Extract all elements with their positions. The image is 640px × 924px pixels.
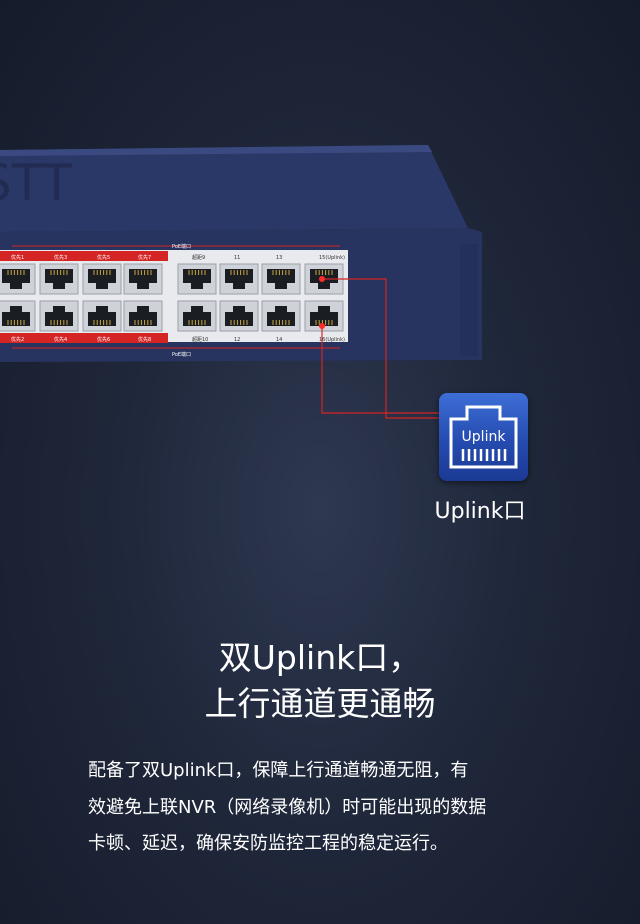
rj45-port-bottom [123,300,163,332]
rj45-port-bottom [0,300,36,332]
poe-bottom-label: PoE端口 [172,351,191,358]
rj45-port-bottom [177,300,217,332]
port-label-top: 15(Uplink) [319,255,345,261]
port-label-bottom: 12 [234,337,240,343]
port-label-bottom: 优先8 [138,336,151,343]
port-label-bottom: 优先6 [97,336,110,343]
rj45-port-top [0,263,36,295]
rj45-port-bottom [261,300,301,332]
rj45-port-top [39,263,79,295]
rj45-port-top [261,263,301,295]
rj45-port-top [123,263,163,295]
uplink-port-icon: Uplink [439,393,528,481]
port-label-bottom: 优先4 [54,336,67,343]
uplink-port-label: Uplink口 [434,499,526,524]
body-line-1: 配备了双Uplink口，保障上行通道畅通无阻，有 [88,760,469,781]
port-label-top: 11 [234,255,240,261]
body-line-2: 效避免上联NVR（网络录像机）时可能出现的数据 [88,797,487,818]
port-label-bottom: 16(Uplink) [319,337,345,343]
port-label-top: 13 [276,255,282,261]
headline-line-2: 上行通道更通畅 [204,684,436,723]
port-label-top: 优先1 [11,254,24,261]
rj45-port-bottom [219,300,259,332]
port-label-top: 优先5 [97,254,110,261]
uplink-dot-bottom [319,323,325,329]
port-label-top: 优先3 [54,254,67,261]
port-label-top: 优先7 [138,254,151,261]
switch-illustration: STT PoE端口 PoE端口 优先1 优先3 优先5 优先7 超距9 11 13 15(Up… [0,0,640,420]
rj45-port-top [177,263,217,295]
poe-top-label: PoE端口 [172,243,191,250]
port-label-bottom: 超距10 [192,336,208,343]
rj45-port-top [219,263,259,295]
rj45-port-top [82,263,122,295]
uplink-dot-top [319,276,325,282]
brand-logo: STT [0,154,72,212]
uplink-icon-text: Uplink [462,429,507,445]
rj45-port-bottom [39,300,79,332]
rj45-port-bottom [82,300,122,332]
body-line-3: 卡顿、延迟，确保安防监控工程的稳定运行。 [88,833,448,854]
port-label-top: 超距9 [192,254,205,261]
port-label-bottom: 14 [276,337,282,343]
port-label-bottom: 优先2 [11,336,24,343]
headline-line-1: 双Uplink口， [218,638,422,677]
